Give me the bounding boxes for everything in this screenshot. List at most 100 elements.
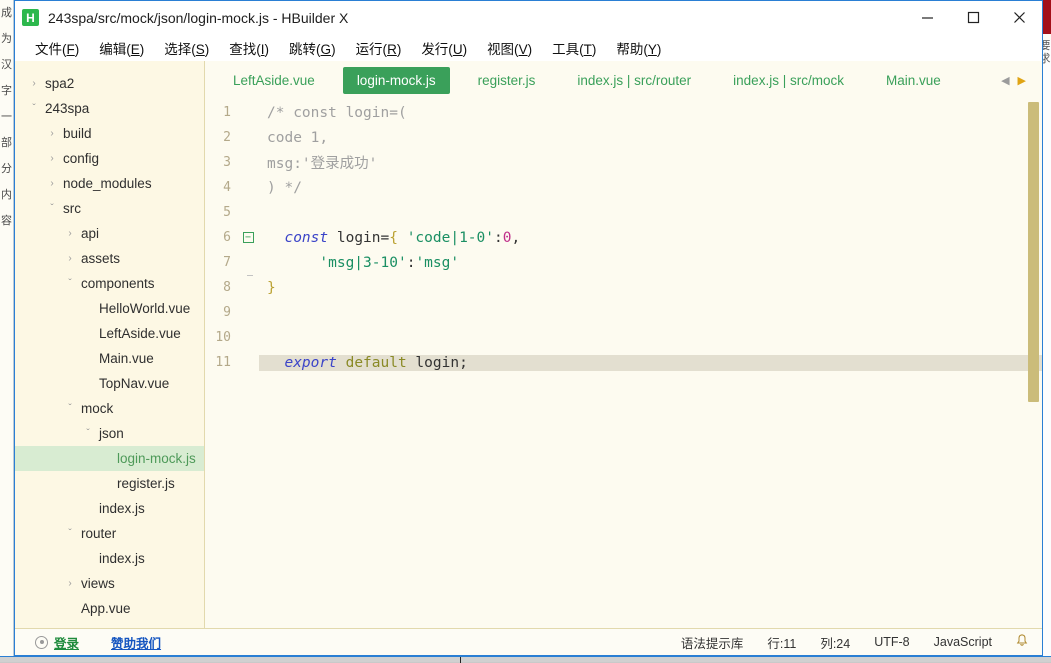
login-link[interactable]: 登录 — [54, 633, 79, 652]
code-line[interactable]: 3msg:'登录成功' — [205, 150, 1042, 175]
line-number: 10 — [205, 330, 237, 345]
menu-item-4[interactable]: 跳转(G) — [279, 35, 346, 61]
tree-item-register-js[interactable]: register.js — [15, 471, 204, 496]
tree-item-components[interactable]: ˇ components — [15, 271, 204, 296]
menu-item-3[interactable]: 查找(I) — [219, 35, 279, 61]
chevron-right-icon[interactable]: › — [27, 78, 41, 89]
menu-item-6[interactable]: 发行(U) — [411, 35, 477, 61]
close-icon[interactable] — [996, 1, 1042, 34]
line-number: 9 — [205, 305, 237, 320]
minimize-icon[interactable] — [904, 1, 950, 34]
chevron-down-icon[interactable]: ˇ — [63, 403, 77, 414]
tree-item-app-vue[interactable]: App.vue — [15, 596, 204, 621]
editor-tab-index-js-src-router[interactable]: index.js | src/router — [563, 67, 705, 94]
code-editor[interactable]: 1/* const login=(2code 1,3msg:'登录成功'4) *… — [205, 100, 1042, 628]
chevron-down-icon[interactable]: ˇ — [63, 528, 77, 539]
tree-item-config[interactable]: › config — [15, 146, 204, 171]
chevron-right-icon[interactable]: › — [63, 253, 77, 264]
code-line[interactable]: 5 — [205, 200, 1042, 225]
tree-item-label: config — [63, 151, 99, 166]
editor-tab-index-js-src-mock[interactable]: index.js | src/mock — [719, 67, 858, 94]
tree-item-api[interactable]: ›api — [15, 221, 204, 246]
tree-item-index-js[interactable]: index.js — [15, 496, 204, 521]
code-text: code 1, — [259, 130, 328, 146]
menu-item-9[interactable]: 帮助(Y) — [606, 35, 671, 61]
code-line[interactable]: 1/* const login=( — [205, 100, 1042, 125]
chevron-down-icon[interactable]: ˇ — [63, 278, 77, 289]
menu-item-0[interactable]: 文件(F) — [25, 35, 89, 61]
chevron-down-icon[interactable]: ˇ — [27, 103, 41, 114]
tree-item-label: LeftAside.vue — [99, 326, 181, 341]
code-line[interactable]: 7 'msg|3-10':'msg' — [205, 250, 1042, 275]
chevron-down-icon[interactable]: ˇ — [45, 203, 59, 214]
editor-tab-main-vue[interactable]: Main.vue — [872, 67, 955, 94]
sponsor-link[interactable]: 赞助我们 — [111, 633, 161, 652]
menu-item-5[interactable]: 运行(R) — [346, 35, 412, 61]
syntax-library-label[interactable]: 语法提示库 — [681, 633, 744, 652]
tree-item-main-vue[interactable]: Main.vue — [15, 346, 204, 371]
code-lines[interactable]: 1/* const login=(2code 1,3msg:'登录成功'4) *… — [205, 100, 1042, 375]
tree-item-label: index.js — [99, 501, 145, 516]
code-token: login; — [407, 355, 468, 371]
editor-tab-leftaside-vue[interactable]: LeftAside.vue — [219, 67, 329, 94]
chevron-right-icon[interactable]: › — [63, 578, 77, 589]
chevron-right-icon[interactable]: › — [63, 228, 77, 239]
code-line[interactable]: 9 — [205, 300, 1042, 325]
tree-item-label: components — [81, 276, 155, 291]
line-number: 6 — [205, 230, 237, 245]
fold-toggle-icon[interactable]: − — [237, 232, 259, 243]
code-text: 'msg|3-10':'msg' — [259, 255, 459, 271]
tree-item-leftaside-vue[interactable]: LeftAside.vue — [15, 321, 204, 346]
code-line[interactable]: 10 — [205, 325, 1042, 350]
tree-item-src[interactable]: ˇsrc — [15, 196, 204, 221]
cursor-row[interactable]: 行:11 — [767, 633, 796, 652]
tree-item-helloworld-vue[interactable]: HelloWorld.vue — [15, 296, 204, 321]
cursor-col[interactable]: 列:24 — [820, 633, 850, 652]
tree-item-views[interactable]: ›views — [15, 571, 204, 596]
tree-item-router[interactable]: ˇrouter — [15, 521, 204, 546]
chevron-right-icon[interactable]: › — [45, 153, 59, 164]
editor-tab-login-mock-js[interactable]: login-mock.js — [343, 67, 450, 94]
code-text: ) */ — [259, 180, 302, 196]
tree-item-build[interactable]: › build — [15, 121, 204, 146]
language-label[interactable]: JavaScript — [934, 635, 992, 649]
tree-item-label: login-mock.js — [117, 451, 196, 466]
tree-item-243spa[interactable]: ˇ 243spa — [15, 96, 204, 121]
code-line[interactable]: 4) */ — [205, 175, 1042, 200]
chevron-down-icon[interactable]: ˇ — [81, 428, 95, 439]
code-line[interactable]: 8} — [205, 275, 1042, 300]
fold-minus-icon[interactable]: − — [243, 232, 254, 243]
code-line[interactable]: 11 export default login; — [205, 350, 1042, 375]
scrollbar-thumb[interactable] — [1028, 102, 1039, 402]
tree-item-topnav-vue[interactable]: TopNav.vue — [15, 371, 204, 396]
code-line[interactable]: 2code 1, — [205, 125, 1042, 150]
tree-item-json[interactable]: ˇjson — [15, 421, 204, 446]
chevron-right-icon[interactable]: › — [45, 178, 59, 189]
code-token: export — [284, 355, 336, 371]
tree-item-mock[interactable]: ˇmock — [15, 396, 204, 421]
maximize-icon[interactable] — [950, 1, 996, 34]
editor-vertical-scrollbar[interactable] — [1028, 102, 1039, 626]
project-tree-sidebar[interactable]: ›spa2 ˇ 243spa › build › config ›node_modulesˇs… — [15, 61, 205, 628]
desktop-taskbar-strip — [0, 656, 1051, 662]
bell-icon[interactable] — [1016, 634, 1028, 650]
menu-item-7[interactable]: 视图(V) — [477, 35, 542, 61]
tree-item-spa2[interactable]: ›spa2 — [15, 71, 204, 96]
chevron-right-icon[interactable]: › — [45, 128, 59, 139]
tree-item-assets[interactable]: ›assets — [15, 246, 204, 271]
tab-next-icon[interactable]: ▶ — [1018, 74, 1026, 87]
editor-tab-register-js[interactable]: register.js — [464, 67, 550, 94]
tree-item-index-js[interactable]: index.js — [15, 546, 204, 571]
encoding-label[interactable]: UTF-8 — [874, 635, 909, 649]
tree-item-login-mock-js[interactable]: login-mock.js — [15, 446, 204, 471]
menu-item-8[interactable]: 工具(T) — [542, 35, 606, 61]
tree-item-label: 243spa — [45, 101, 89, 116]
tab-prev-icon[interactable]: ◀ — [1001, 74, 1009, 87]
tree-item-node-modules[interactable]: ›node_modules — [15, 171, 204, 196]
menu-item-1[interactable]: 编辑(E) — [89, 35, 154, 61]
menu-item-2[interactable]: 选择(S) — [154, 35, 219, 61]
code-token: 'msg|3-10' — [319, 255, 406, 271]
tree-item-label: register.js — [117, 476, 175, 491]
code-line[interactable]: 6− const login={ 'code|1-0':0, — [205, 225, 1042, 250]
tree-item-label: build — [63, 126, 92, 141]
